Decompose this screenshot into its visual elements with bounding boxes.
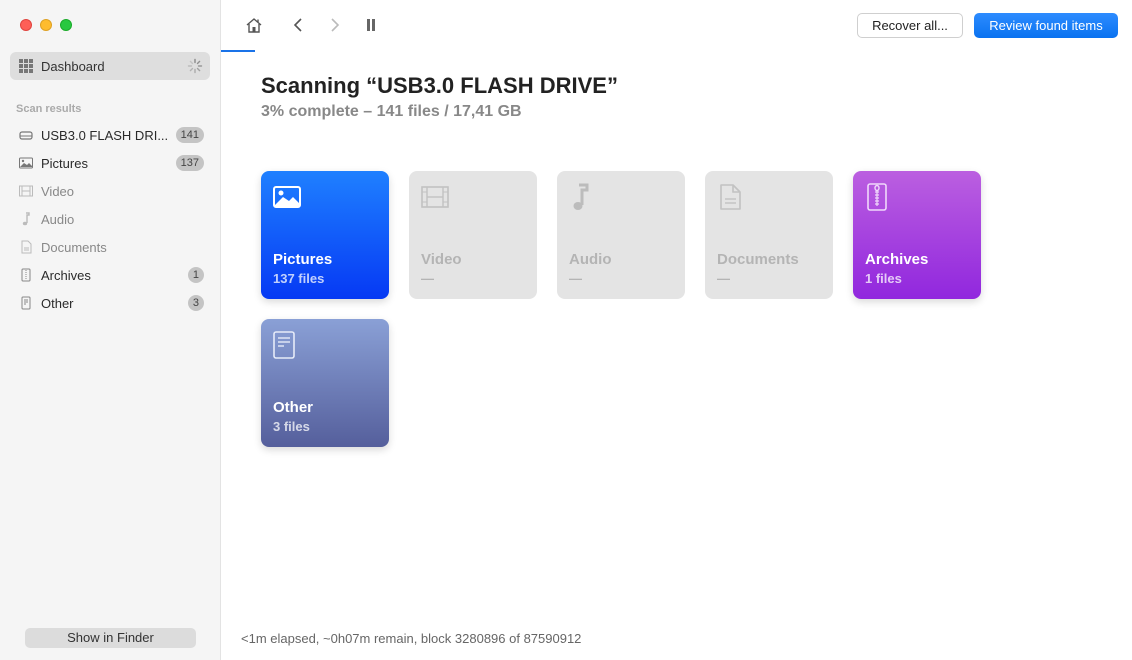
review-found-items-button[interactable]: Review found items <box>974 13 1118 38</box>
home-icon <box>246 17 262 33</box>
picture-icon <box>273 186 301 208</box>
card-count: 3 files <box>273 419 310 434</box>
back-button[interactable] <box>287 14 309 36</box>
zoom-window-button[interactable] <box>60 19 72 31</box>
scan-results-heading: Scan results <box>16 103 82 115</box>
show-in-finder-button[interactable]: Show in Finder <box>25 628 196 648</box>
dashboard-grid-icon <box>19 59 33 73</box>
sidebar-item-other[interactable]: Other 3 <box>10 289 210 317</box>
card-title: Archives <box>865 251 929 268</box>
chevron-right-icon <box>331 18 340 32</box>
card-title: Other <box>273 399 314 416</box>
archive-icon <box>19 268 33 282</box>
count-badge: 141 <box>175 127 204 143</box>
count-badge: 3 <box>187 295 204 311</box>
scan-progress-summary: 3% complete – 141 files / 17,41 GB <box>261 103 522 120</box>
film-icon <box>421 186 449 208</box>
active-tab-indicator <box>221 50 255 52</box>
sidebar-item-label: Other <box>41 295 74 311</box>
card-count: 137 files <box>273 271 325 286</box>
scan-status-text: <1m elapsed, ~0h07m remain, block 328089… <box>241 631 582 646</box>
category-card-other[interactable]: Other 3 files <box>261 319 389 447</box>
sidebar-item-audio[interactable]: Audio <box>10 205 210 233</box>
category-card-pictures[interactable]: Pictures 137 files <box>261 171 389 299</box>
category-card-documents[interactable]: Documents — <box>705 171 833 299</box>
sidebar-item-archives[interactable]: Archives 1 <box>10 261 210 289</box>
dashboard-label: Dashboard <box>41 58 105 74</box>
sidebar-item-label: Archives <box>41 267 91 283</box>
count-badge: 137 <box>175 155 204 171</box>
count-badge: 1 <box>187 267 204 283</box>
category-card-audio[interactable]: Audio — <box>557 171 685 299</box>
card-count: — <box>421 271 434 286</box>
pause-icon <box>367 19 375 31</box>
film-icon <box>19 184 33 198</box>
category-card-video[interactable]: Video — <box>409 171 537 299</box>
card-title: Pictures <box>273 251 333 268</box>
card-count: — <box>717 271 730 286</box>
sidebar-item-drive[interactable]: USB3.0 FLASH DRI... 141 <box>10 121 210 149</box>
card-title: Documents <box>717 251 799 268</box>
close-window-button[interactable] <box>20 19 32 31</box>
recover-all-button[interactable]: Recover all... <box>857 13 963 38</box>
picture-icon <box>19 156 33 170</box>
sidebar-item-pictures[interactable]: Pictures 137 <box>10 149 210 177</box>
drive-icon <box>19 128 33 142</box>
page-title: Scanning “USB3.0 FLASH DRIVE” <box>261 73 618 98</box>
archive-icon <box>867 183 887 211</box>
document-icon <box>720 184 741 210</box>
other-file-icon <box>19 296 33 310</box>
card-count: — <box>569 271 582 286</box>
category-card-archives[interactable]: Archives 1 files <box>853 171 981 299</box>
sidebar-item-label: Video <box>41 183 75 199</box>
sidebar-item-label: USB3.0 FLASH DRI... <box>41 127 169 143</box>
forward-button[interactable] <box>324 14 346 36</box>
sidebar-item-label: Audio <box>41 211 75 227</box>
window-controls <box>20 19 72 31</box>
minimize-window-button[interactable] <box>40 19 52 31</box>
music-note-icon <box>19 212 33 226</box>
other-file-icon <box>273 331 295 359</box>
home-button[interactable] <box>243 14 265 36</box>
sidebar-item-video[interactable]: Video <box>10 177 210 205</box>
card-title: Video <box>421 251 462 268</box>
pause-button[interactable] <box>360 14 382 36</box>
sidebar-item-documents[interactable]: Documents <box>10 233 210 261</box>
sidebar-item-label: Pictures <box>41 155 88 171</box>
sidebar-item-dashboard[interactable]: Dashboard <box>10 52 210 80</box>
chevron-left-icon <box>293 18 302 32</box>
sidebar-item-label: Documents <box>41 239 107 255</box>
scan-results-list: USB3.0 FLASH DRI... 141 Pictures 137 Vid… <box>10 121 210 317</box>
card-title: Audio <box>569 251 612 268</box>
loading-spinner-icon <box>187 58 203 74</box>
music-note-icon <box>573 183 589 210</box>
card-count: 1 files <box>865 271 902 286</box>
document-icon <box>19 240 33 254</box>
sidebar: Dashboard Scan results USB3.0 FLASH DRI.… <box>0 0 221 660</box>
